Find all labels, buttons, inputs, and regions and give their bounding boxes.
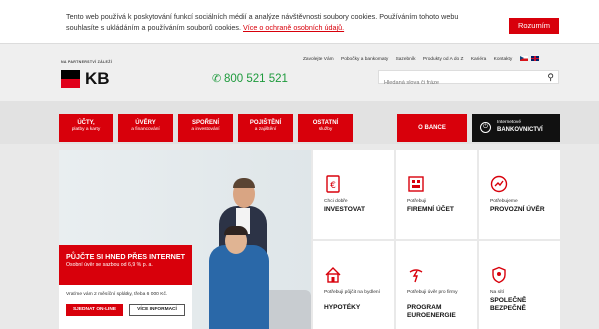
nav-loans-sub: a financování	[131, 127, 160, 132]
ib-line1: Internetové	[497, 120, 522, 125]
search-icon[interactable]: ⚲	[547, 72, 554, 83]
investment-icon: €	[326, 175, 340, 193]
phone-text: 800 521 521	[224, 73, 288, 85]
link-contacts[interactable]: Kontakty	[494, 57, 513, 62]
tile-mortgage-small: Potřebuji půjčit na bydlení	[324, 290, 381, 295]
tile-invest-title: INVESTOVAT	[324, 206, 366, 213]
hero-title: PŮJČTE SI HNED PŘES INTERNET	[66, 252, 186, 261]
nav-insurance[interactable]: POJIŠTĚNÍ a zajištění	[238, 114, 293, 142]
nav-accounts-title: ÚČTY,	[77, 120, 95, 126]
nav-other[interactable]: OSTATNÍ služby	[298, 114, 353, 142]
czech-flag-icon[interactable]	[519, 56, 528, 61]
tile-invest[interactable]: € Chci dobře INVESTOVAT	[313, 150, 394, 239]
apply-online-button[interactable]: SJEDNAT ON-LINE	[66, 304, 123, 316]
tile-business-title: FIREMNÍ ÚČET	[407, 206, 454, 213]
tile-energy-small: Potřebuji úvěr pro firmy	[407, 290, 458, 295]
nav-other-title: OSTATNÍ	[312, 120, 339, 126]
hero-subtitle: Osobní úvěr se sazbou od 6,9 % p. a.	[66, 262, 153, 268]
nav-insurance-title: POJIŠTĚNÍ	[249, 120, 282, 126]
search-box: ⚲	[378, 70, 559, 89]
hero-person-figure	[209, 245, 269, 329]
tile-security-small: Na sítí	[490, 290, 505, 295]
hero-person-hair	[224, 226, 248, 235]
hero-note: Vraťme vám 2 měsíční splátky, třeba 6 00…	[66, 292, 168, 297]
nav-savings-sub: a investování	[191, 127, 220, 132]
link-call-me[interactable]: Zavolejte Vám	[303, 57, 334, 62]
tile-operating-loan[interactable]: Potřebujeme PROVOZNÍ ÚVĚR	[479, 150, 560, 239]
phone-icon: ✆	[212, 73, 222, 85]
kb-logo[interactable]: KB	[61, 70, 121, 90]
hero-man-hair	[233, 178, 255, 188]
power-icon: ⏻	[480, 122, 491, 133]
tile-security-title: SPOLEČNĚ BEZPEČNĚ	[490, 297, 527, 312]
link-career[interactable]: Kariéra	[471, 57, 486, 62]
tile-security[interactable]: Na sítí SPOLEČNĚ BEZPEČNĚ	[479, 241, 560, 329]
hero-promo-box: PŮJČTE SI HNED PŘES INTERNET Osobní úvěr…	[59, 245, 192, 285]
tile-invest-small: Chci dobře	[324, 199, 348, 204]
tile-loan-title: PROVOZNÍ ÚVĚR	[490, 206, 545, 213]
uk-flag-icon[interactable]	[530, 56, 539, 61]
cookie-accept-button[interactable]: Rozumím	[509, 18, 559, 34]
phone-number[interactable]: ✆ 800 521 521	[212, 72, 288, 85]
partner-slogan: NA PARTNERSTVÍ ZÁLEŽÍ	[61, 60, 113, 64]
tile-euroenergy[interactable]: Potřebuji úvěr pro firmy PROGRAM EUROENE…	[396, 241, 477, 329]
business-account-icon	[408, 176, 424, 192]
main-navigation: ÚČTY, platby a karty ÚVĚRY a financování…	[0, 101, 599, 144]
logo-text: KB	[85, 69, 110, 88]
logo-red-block	[61, 79, 80, 88]
product-tiles: € Chci dobře INVESTOVAT Potřebuji FIREMN…	[313, 150, 560, 329]
link-branches[interactable]: Pobočky a bankomaty	[341, 57, 388, 62]
nav-savings-title: SPOŘENÍ	[191, 120, 219, 126]
tile-mortgage-title: HYPOTÉKY	[324, 304, 361, 311]
svg-text:€: €	[330, 181, 336, 191]
nav-loans[interactable]: ÚVĚRY a financování	[118, 114, 173, 142]
logo-black-block	[61, 70, 80, 79]
hero-banner: PŮJČTE SI HNED PŘES INTERNET Osobní úvěr…	[59, 150, 311, 329]
nav-other-sub: služby	[318, 127, 333, 132]
house-icon	[325, 267, 341, 283]
tile-business-small: Potřebuji	[407, 199, 427, 204]
nav-accounts-sub: platby a karty	[71, 127, 101, 132]
nav-insurance-sub: a zajištění	[254, 127, 277, 132]
top-links: Zavolejte Vám Pobočky a bankomaty Sazebn…	[303, 56, 542, 62]
link-pricelist[interactable]: Sazebník	[396, 57, 416, 62]
shield-icon	[492, 266, 506, 284]
internet-banking-button[interactable]: ⏻ Internetové BANKOVNICTVÍ	[472, 114, 560, 142]
tile-business-account[interactable]: Potřebuji FIREMNÍ ÚČET	[396, 150, 477, 239]
nav-savings[interactable]: SPOŘENÍ a investování	[178, 114, 233, 142]
link-products[interactable]: Produkty od A do Z	[423, 57, 464, 62]
ib-line2: BANKOVNICTVÍ	[497, 127, 543, 133]
tile-mortgage[interactable]: Potřebuji půjčit na bydlení HYPOTÉKY	[313, 241, 394, 329]
tile-energy-title: PROGRAM EUROENERGIE	[407, 304, 456, 319]
operating-loan-icon	[490, 175, 508, 193]
more-info-button[interactable]: VÍCE INFORMACÍ	[129, 304, 185, 316]
hero-action-box: Vraťme vám 2 měsíční splátky, třeba 6 00…	[59, 285, 192, 329]
search-input[interactable]	[379, 77, 539, 89]
carousel-dots	[269, 322, 283, 329]
site-header: NA PARTNERSTVÍ ZÁLEŽÍ KB ✆ 800 521 521 Za…	[0, 44, 599, 101]
nav-loans-title: ÚVĚRY	[135, 120, 156, 126]
cookie-message: Tento web používá k poskytování funkcí s…	[66, 11, 466, 33]
nav-about-bank[interactable]: O BANCE	[397, 114, 467, 142]
nav-accounts[interactable]: ÚČTY, platby a karty	[59, 114, 113, 142]
energy-icon	[409, 269, 423, 283]
tile-loan-small: Potřebujeme	[490, 199, 518, 204]
privacy-link[interactable]: Více o ochraně osobních údajů.	[243, 23, 344, 32]
cookie-bar: Tento web používá k poskytování funkcí s…	[0, 0, 599, 44]
